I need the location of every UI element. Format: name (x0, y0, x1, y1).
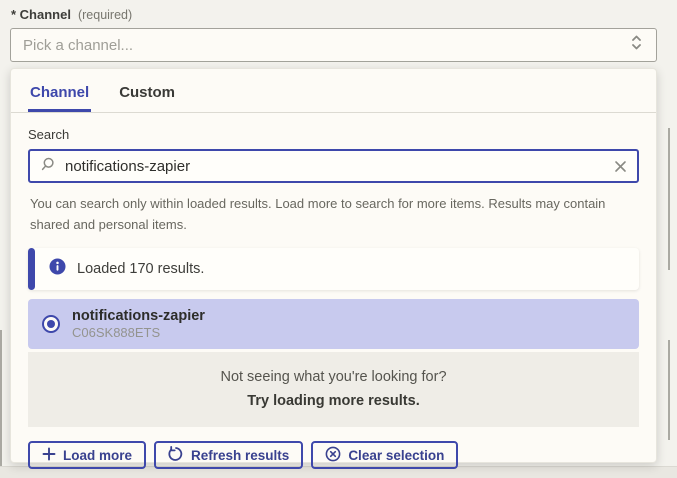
plus-icon (42, 447, 56, 464)
refresh-results-button[interactable]: Refresh results (154, 441, 303, 469)
load-more-label: Load more (63, 448, 132, 463)
radio-selected-icon[interactable] (42, 315, 60, 333)
refresh-icon (168, 446, 184, 465)
underlying-field-border (668, 128, 670, 270)
tab-custom[interactable]: Custom (117, 69, 177, 112)
tab-channel[interactable]: Channel (28, 69, 91, 112)
dropdown-actions: Load more Refresh results Clear selectio… (11, 427, 656, 469)
dropdown-tabs: Channel Custom (11, 69, 656, 113)
search-input-wrap (28, 149, 639, 183)
search-label: Search (28, 127, 639, 142)
select-chevrons-icon (629, 34, 644, 56)
result-row-notifications-zapier[interactable]: notifications-zapier C06SK888ETS (28, 299, 639, 349)
alert-accent-bar (28, 248, 35, 290)
underlying-field-border (0, 330, 2, 470)
search-icon (40, 156, 56, 177)
hint-question: Not seeing what you're looking for? (38, 365, 629, 389)
search-section: Search (11, 113, 656, 183)
search-input[interactable] (65, 158, 605, 175)
clear-circle-icon (325, 446, 341, 465)
channel-dropdown-panel: Channel Custom Search You can search onl… (10, 68, 657, 463)
load-more-button[interactable]: Load more (28, 441, 146, 469)
channel-field-label: * Channel (required) (11, 7, 132, 22)
refresh-results-label: Refresh results (191, 448, 289, 463)
clear-selection-button[interactable]: Clear selection (311, 441, 458, 469)
no-results-hint: Not seeing what you're looking for? Try … (28, 352, 639, 427)
field-label-text: * Channel (11, 7, 71, 22)
search-help-text: You can search only within loaded result… (11, 183, 656, 235)
alert-body: Loaded 170 results. (35, 248, 639, 290)
select-placeholder: Pick a channel... (23, 37, 629, 54)
hint-try-loading[interactable]: Try loading more results. (38, 389, 629, 413)
info-icon (49, 258, 66, 280)
underlying-field-border (668, 340, 670, 440)
field-required-note: (required) (78, 8, 132, 22)
loaded-results-alert: Loaded 170 results. (28, 248, 639, 290)
channel-select[interactable]: Pick a channel... (10, 28, 657, 62)
result-title: notifications-zapier (72, 307, 205, 325)
result-subtitle: C06SK888ETS (72, 325, 205, 341)
clear-selection-label: Clear selection (348, 448, 444, 463)
alert-text: Loaded 170 results. (77, 261, 204, 277)
clear-search-icon[interactable] (614, 160, 627, 173)
